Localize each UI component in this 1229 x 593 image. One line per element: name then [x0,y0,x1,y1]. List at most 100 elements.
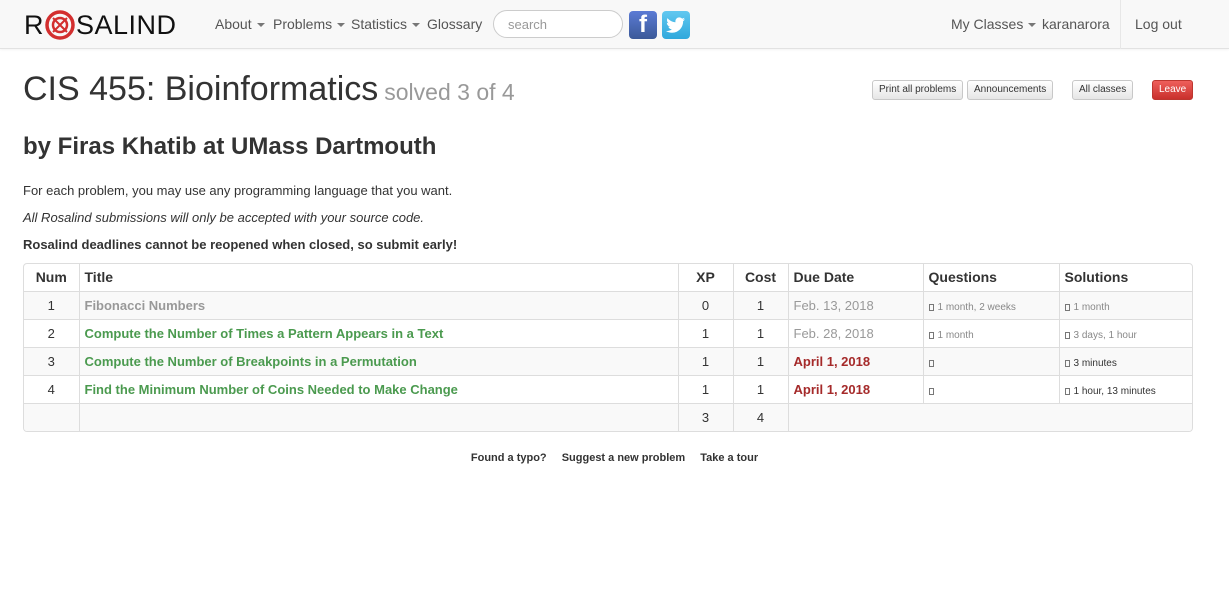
twitter-icon[interactable] [662,11,690,39]
col-questions-header: Questions [922,264,1059,291]
solutions-cell[interactable]: 3 days, 1 hour [1058,318,1192,347]
solutions-cell[interactable]: 1 hour, 13 minutes [1058,374,1192,403]
problem-title-link[interactable]: Find the Minimum Number of Coins Needed … [85,382,458,397]
problem-num: 4 [24,374,79,403]
questions-cell[interactable] [922,346,1059,375]
problem-title-link[interactable]: Compute the Number of Times a Pattern Ap… [85,326,444,341]
totals-empty [24,402,79,431]
facebook-glyph: f [639,11,647,38]
table-row: 2 Compute the Number of Times a Pattern … [24,318,1192,347]
nav-about[interactable]: About [215,16,265,32]
questions-cell[interactable] [922,374,1059,403]
logout-label: Log out [1135,16,1182,32]
col-xp-header: XP [677,264,733,291]
search-input[interactable] [493,10,623,38]
comment-icon [1064,359,1070,367]
table-row: 3 Compute the Number of Breakpoints in a… [24,346,1192,375]
problem-title-link[interactable]: Fibonacci Numbers [85,298,206,313]
announcements-button[interactable]: Announcements [967,80,1054,100]
page-title: CIS 455: Bioinformatics solved 3 of 4 [23,70,515,109]
col-due-header: Due Date [787,264,923,291]
nav-problems-label: Problems [273,16,333,32]
nav-glossary-label: Glossary [427,16,483,32]
problem-due-date: April 1, 2018 [787,346,923,375]
solved-count: solved 3 of 4 [384,79,515,105]
table-row: 1 Fibonacci Numbers 0 1 Feb. 13, 2018 1 … [24,290,1192,319]
col-solutions-header: Solutions [1058,264,1192,291]
problem-due-date: April 1, 2018 [787,374,923,403]
questions-cell[interactable]: 1 month [922,318,1059,347]
nav-username[interactable]: karanarora [1042,16,1110,32]
intro-text: For each problem, you may use any progra… [23,183,453,198]
questions-time: 1 month, 2 weeks [937,301,1016,313]
solutions-cell[interactable]: 3 minutes [1058,346,1192,375]
suggest-problem-link[interactable]: Suggest a new problem [562,452,685,464]
deadline-warning: Rosalind deadlines cannot be reopened wh… [23,237,458,252]
footer-links: Found a typo? Suggest a new problem Take… [0,452,1229,464]
total-xp: 3 [677,402,733,431]
questions-time: 1 month [937,329,974,341]
nav-my-classes-label: My Classes [951,16,1024,32]
nav-glossary[interactable]: Glossary [427,16,482,32]
problem-xp: 1 [677,374,733,403]
nav-problems[interactable]: Problems [273,16,346,32]
top-navbar: R SALIND About Problems Statistics Gloss… [0,0,1229,49]
rosalind-logo[interactable]: R SALIND [24,9,177,41]
leave-button[interactable]: Leave [1152,80,1193,100]
nav-statistics[interactable]: Statistics [351,16,421,32]
comment-icon [1064,331,1070,339]
totals-empty [78,402,678,431]
totals-empty [787,402,1192,431]
solutions-cell[interactable]: 1 month [1058,290,1192,319]
comment-icon [928,303,934,311]
table-row: 4 Find the Minimum Number of Coins Neede… [24,374,1192,403]
problem-cost: 1 [732,374,788,403]
nav-divider [1120,0,1121,49]
username-label: karanarora [1042,16,1110,32]
comment-icon [928,331,934,339]
chevron-down-icon [256,23,265,28]
found-typo-link[interactable]: Found a typo? [471,452,547,464]
rosalind-helix-icon [45,10,75,40]
solutions-time: 3 days, 1 hour [1073,329,1137,341]
problem-xp: 1 [677,346,733,375]
problem-due-date: Feb. 28, 2018 [787,318,923,347]
submission-note: All Rosalind submissions will only be ac… [23,210,425,225]
table-header-row: Num Title XP Cost Due Date Questions Sol… [24,264,1192,291]
logout-link[interactable]: Log out [1135,16,1182,32]
problems-table: Num Title XP Cost Due Date Questions Sol… [23,263,1193,432]
questions-cell[interactable]: 1 month, 2 weeks [922,290,1059,319]
col-title-header: Title [78,264,678,291]
problem-xp: 0 [677,290,733,319]
nav-statistics-label: Statistics [351,16,408,32]
facebook-icon[interactable]: f [629,11,657,39]
nav-my-classes[interactable]: My Classes [951,16,1037,32]
brand-letter-r: R [24,9,44,40]
comment-icon [928,387,934,395]
all-classes-button[interactable]: All classes [1072,80,1134,100]
twitter-bird-icon [666,17,685,33]
class-title: CIS 455: Bioinformatics [23,70,379,108]
nav-about-label: About [215,16,252,32]
brand-wordmark: SALIND [76,9,177,40]
comment-icon [1064,303,1070,311]
problem-due-date: Feb. 13, 2018 [787,290,923,319]
class-subtitle: by Firas Khatib at UMass Dartmouth [23,133,437,160]
comment-icon [1064,387,1070,395]
problem-num: 1 [24,290,79,319]
problem-cost: 1 [732,318,788,347]
col-num-header: Num [35,269,67,286]
problem-xp: 1 [677,318,733,347]
problem-num: 2 [24,318,79,347]
solutions-time: 1 hour, 13 minutes [1073,385,1156,397]
chevron-down-icon [337,23,346,28]
problem-cost: 1 [732,290,788,319]
print-all-problems-button[interactable]: Print all problems [872,80,964,100]
chevron-down-icon [412,23,421,28]
problem-title-link[interactable]: Compute the Number of Breakpoints in a P… [85,354,417,369]
take-tour-link[interactable]: Take a tour [700,452,758,464]
solutions-time: 1 month [1073,301,1110,313]
totals-row: 3 4 [24,402,1192,431]
problem-num: 3 [24,346,79,375]
solutions-time: 3 minutes [1073,357,1117,369]
